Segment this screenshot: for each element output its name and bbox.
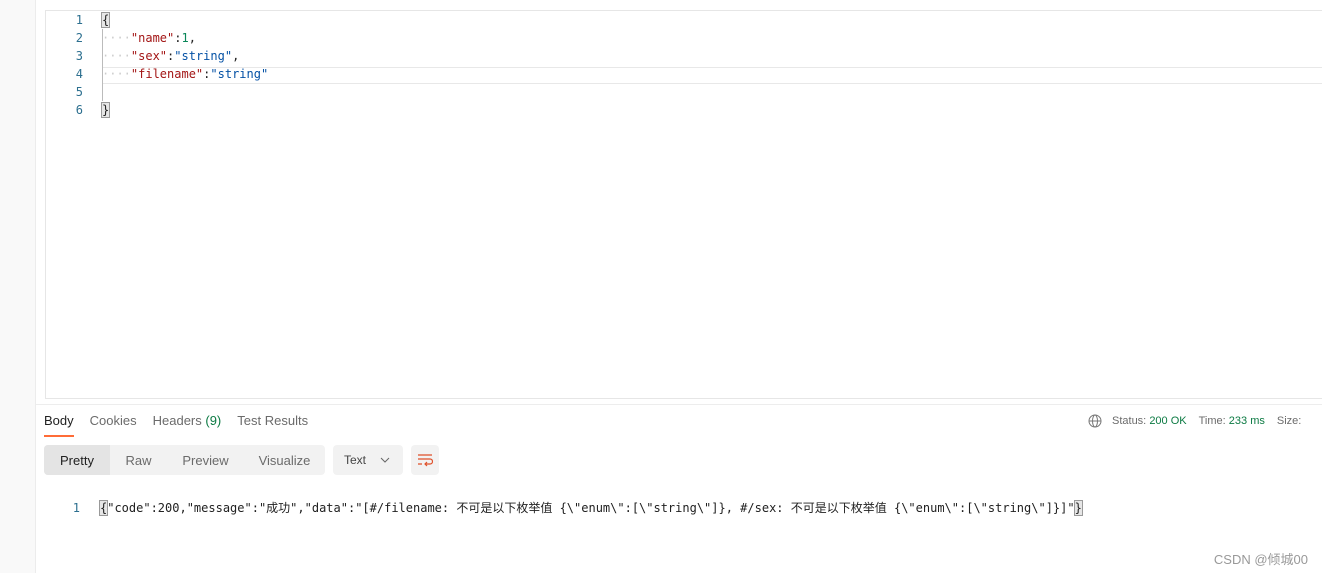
json-value: 1 [181, 31, 189, 45]
line-number: 1 [72, 501, 80, 515]
json-value: "string" [174, 49, 233, 63]
time-label: Time: [1198, 415, 1226, 427]
brace: } [100, 102, 111, 118]
tab-body[interactable]: Body [44, 413, 74, 437]
tab-test-results[interactable]: Test Results [237, 413, 308, 437]
view-raw[interactable]: Raw [110, 445, 167, 475]
response-body-text[interactable]: "code":200,"message":"成功","data":"[#/fil… [107, 501, 1074, 515]
response-body-line: 1 {"code":200,"message":"成功","data":"[#/f… [44, 481, 1083, 516]
view-pretty[interactable]: Pretty [44, 445, 110, 475]
brace: } [1073, 500, 1083, 516]
size-label[interactable]: Size: [1277, 415, 1301, 427]
line-number: 4 [75, 67, 83, 81]
brace: { [100, 12, 111, 28]
tab-headers[interactable]: Headers (9) [153, 413, 222, 437]
wrap-icon [418, 454, 433, 467]
json-key: "name" [130, 31, 175, 45]
format-value: Text [344, 453, 367, 467]
view-preview[interactable]: Preview [167, 445, 244, 475]
pane-divider[interactable] [36, 404, 1322, 405]
line-number: 2 [75, 31, 83, 45]
json-value: "string" [210, 67, 269, 81]
response-tabs: Body Cookies Headers (9) Test Results [44, 413, 308, 437]
line-number: 6 [75, 103, 83, 117]
watermark: CSDN @倾城00 [1213, 552, 1308, 567]
view-visualize[interactable]: Visualize [244, 445, 325, 475]
request-body-editor[interactable]: 1{ 2 ····"name":1, 3 ····"sex":"string", 4… [45, 10, 1322, 399]
response-status: Status: 200 OK Time: 233 ms Size: [1088, 414, 1301, 428]
json-key: "filename" [130, 67, 204, 81]
time-value[interactable]: 233 ms [1229, 415, 1265, 427]
line-number: 1 [75, 13, 83, 27]
json-key: "sex" [130, 49, 168, 63]
chevron-down-icon [380, 457, 390, 463]
left-sidebar [0, 0, 36, 573]
status-label: Status: [1112, 415, 1147, 427]
tab-cookies[interactable]: Cookies [90, 413, 137, 437]
globe-icon[interactable] [1088, 414, 1102, 428]
active-line-highlight [102, 67, 1322, 84]
line-number: 5 [75, 85, 83, 99]
wrap-lines-button[interactable] [411, 445, 439, 475]
status-value[interactable]: 200 OK [1149, 415, 1186, 427]
line-number: 3 [75, 49, 83, 63]
tab-count: (9) [205, 413, 222, 428]
tab-label: Headers [152, 413, 202, 428]
view-mode-selector: Pretty Raw Preview Visualize [44, 445, 325, 475]
format-dropdown[interactable]: Text [333, 445, 403, 475]
